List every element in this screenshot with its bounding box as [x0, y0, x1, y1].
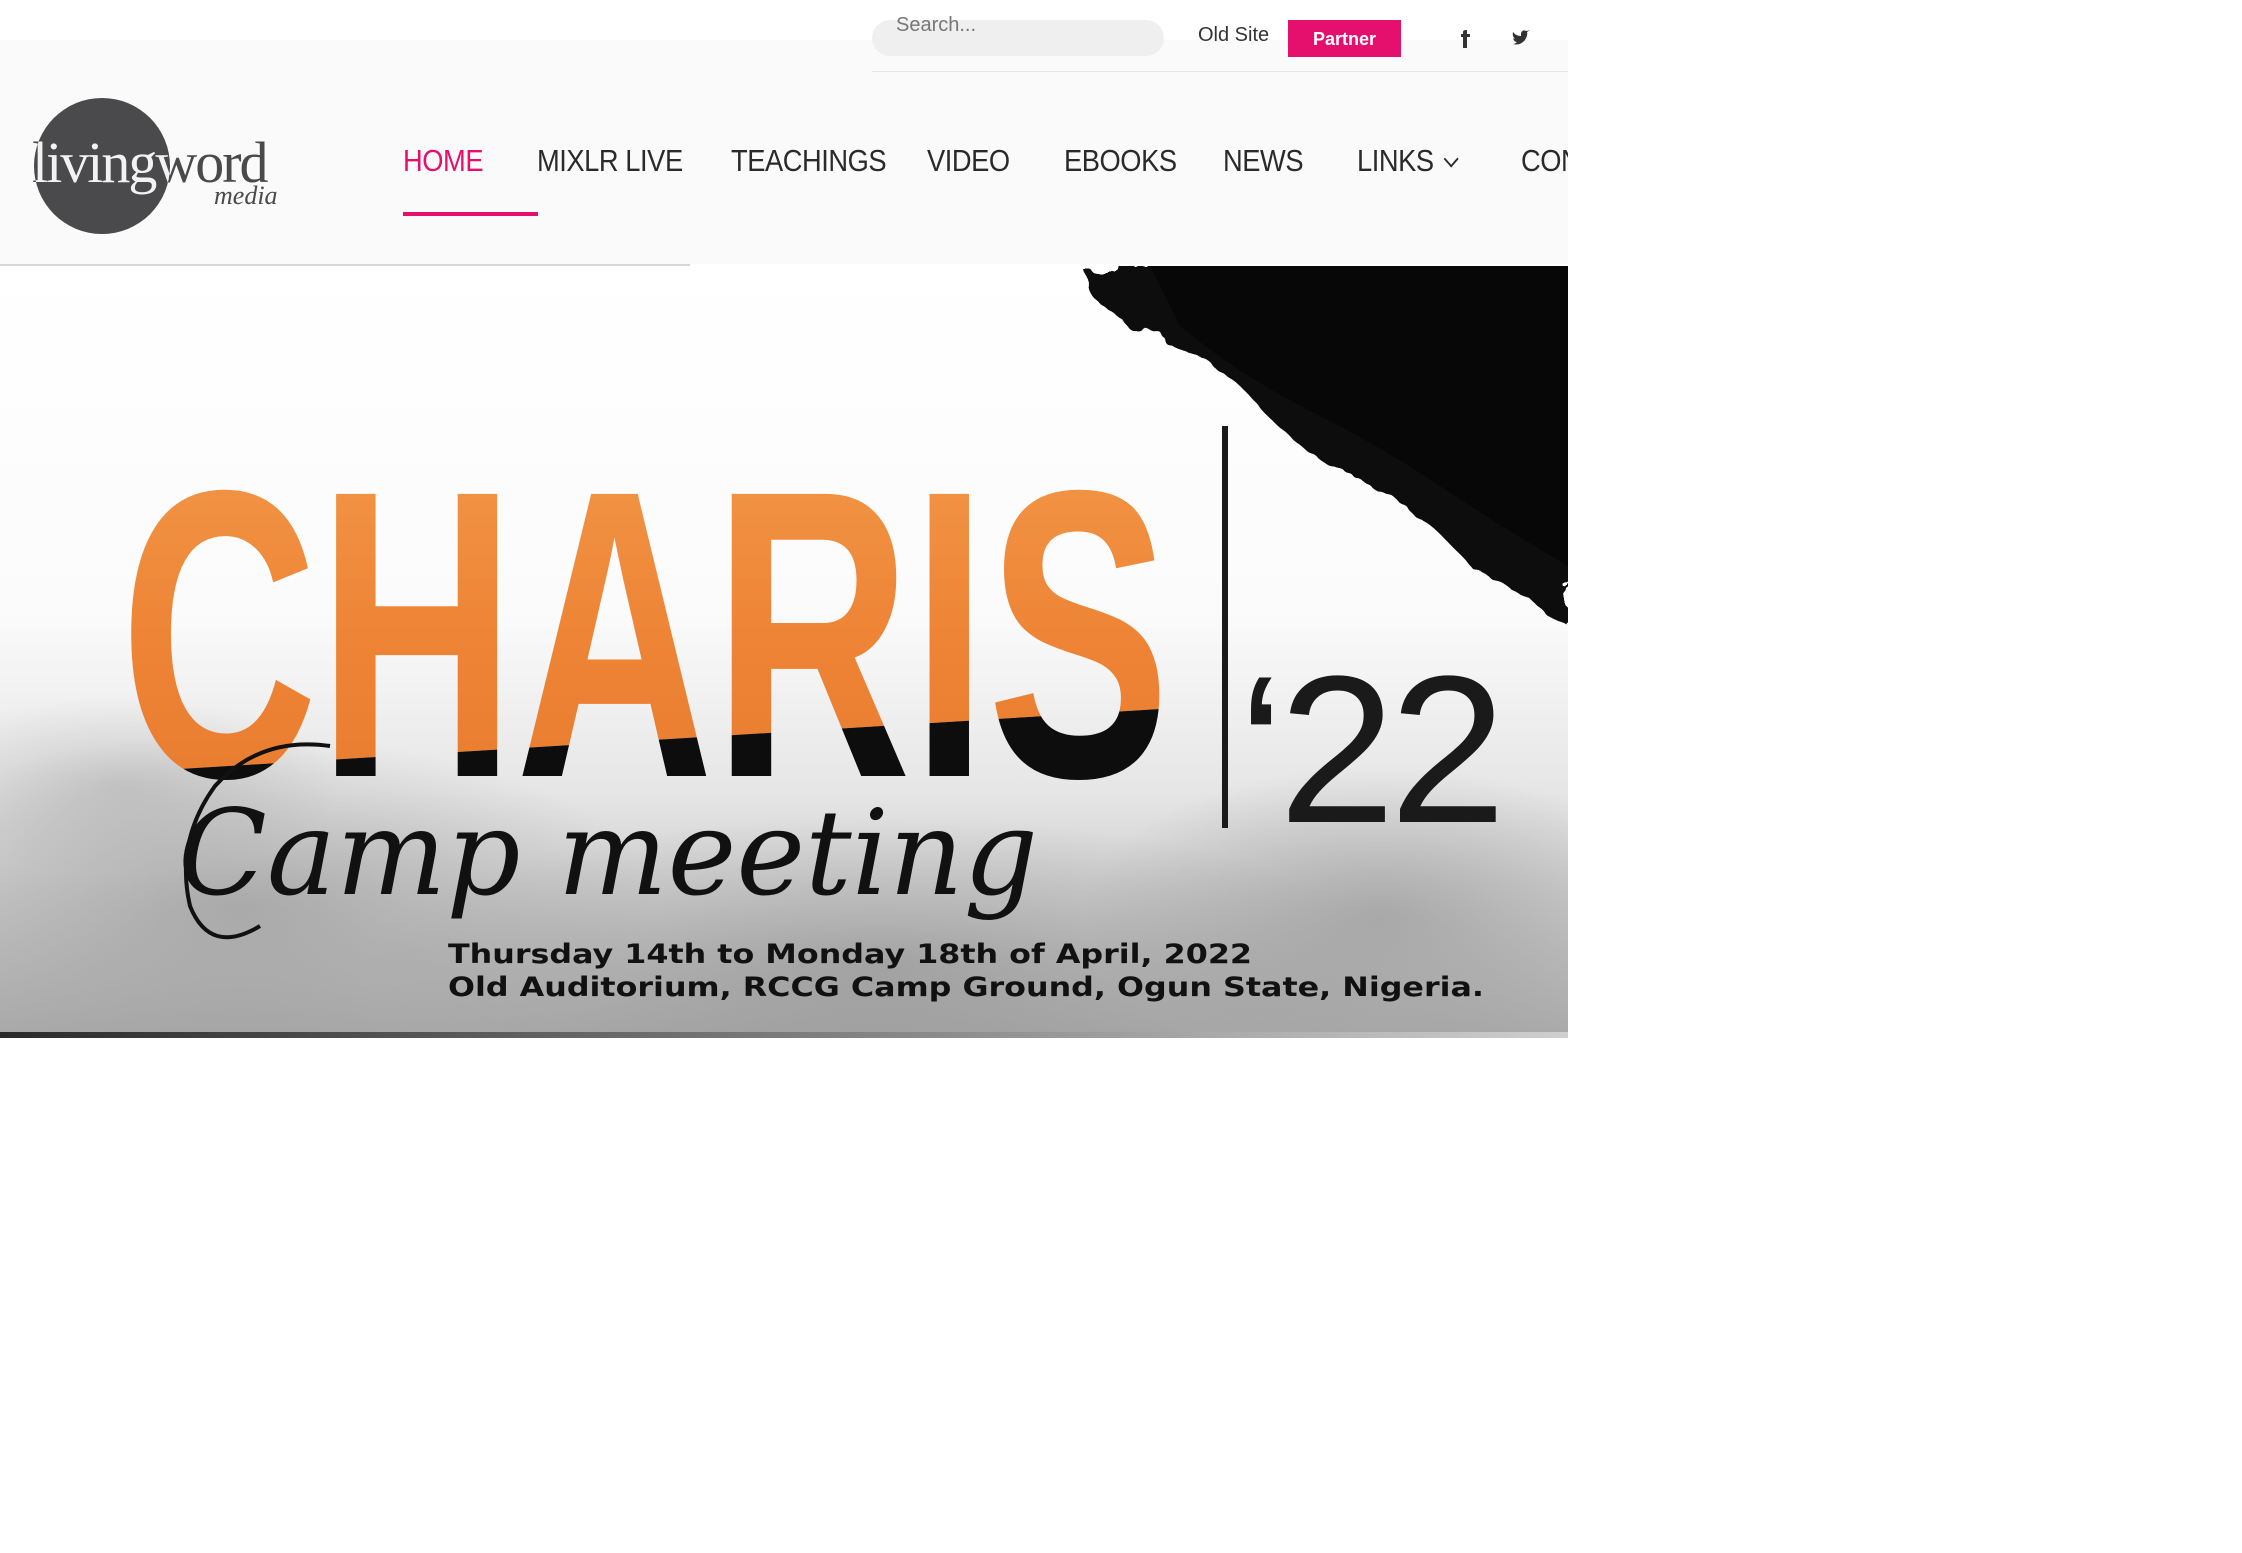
active-nav-underline — [403, 212, 538, 216]
nav-item-video[interactable]: VIDEO — [927, 143, 1010, 179]
site-header: Search... Old Site Partner livingword li… — [0, 14, 1568, 266]
nav-item-links-label: LINKS — [1357, 143, 1434, 178]
hero-date: Thursday 14th to Monday 18th of April, 2… — [448, 939, 1252, 970]
nav-item-teachings[interactable]: TEACHINGS — [731, 143, 887, 179]
hero-script-text: Camp meeting — [178, 784, 1038, 922]
nav-item-contact[interactable]: CON — [1521, 143, 1568, 179]
nav-item-mixlr-live[interactable]: MIXLR LIVE — [537, 143, 683, 179]
hero-year: ‘22 — [1238, 632, 1500, 867]
hero-venue: Old Auditorium, RCCG Camp Ground, Ogun S… — [448, 972, 1484, 1003]
nav-item-ebooks[interactable]: EBOOKS — [1064, 143, 1177, 179]
hero-bottom-edge — [0, 1032, 1568, 1038]
search-placeholder: Search... — [896, 14, 977, 36]
outer-canvas — [1568, 0, 2242, 1553]
hero-artwork: CHARIS CHARIS ‘22 Camp meeting Thursday … — [0, 266, 1568, 1036]
hero-divider — [1222, 426, 1228, 828]
nav-item-home[interactable]: HOME — [403, 143, 484, 179]
browser-viewport: Search... Old Site Partner livingword li… — [0, 0, 1568, 1553]
main-nav: HOME MIXLR LIVE TEACHINGS VIDEO EBOOKS N… — [0, 40, 1568, 266]
nav-item-news[interactable]: NEWS — [1223, 143, 1304, 179]
chevron-down-icon — [1443, 150, 1459, 168]
hero-banner[interactable]: CHARIS CHARIS ‘22 Camp meeting Thursday … — [0, 266, 1568, 1036]
nav-item-links[interactable]: LINKS — [1357, 143, 1459, 179]
